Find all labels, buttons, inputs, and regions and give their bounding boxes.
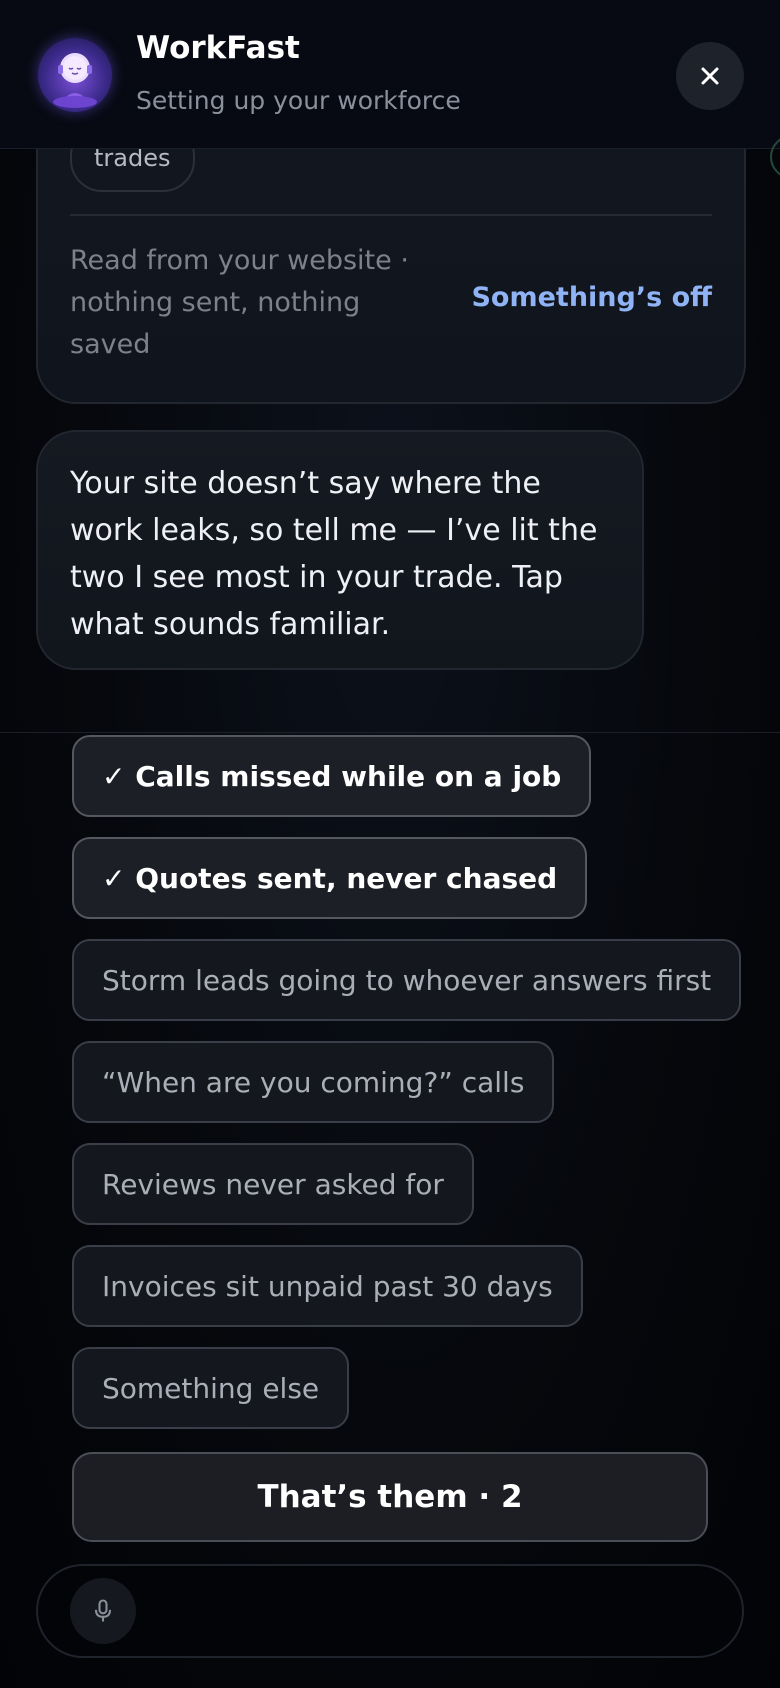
meditating-robot-avatar-icon bbox=[38, 38, 112, 112]
assistant-message-text: Your site doesn’t say where the work lea… bbox=[70, 466, 598, 642]
option-calls-missed[interactable]: ✓ Calls missed while on a job bbox=[72, 735, 592, 817]
close-button[interactable] bbox=[676, 42, 744, 110]
microphone-icon bbox=[94, 1599, 112, 1622]
option-quotes-not-chased[interactable]: ✓ Quotes sent, never chased bbox=[72, 837, 588, 919]
assistant-message-bubble: Your site doesn’t say where the work lea… bbox=[36, 430, 644, 670]
option-when-coming-calls[interactable]: “When are you coming?” calls bbox=[72, 1041, 555, 1123]
option-something-else[interactable]: Something else bbox=[72, 1347, 350, 1429]
something-off-link[interactable]: Something’s off bbox=[471, 282, 712, 313]
confirm-selection-button[interactable]: That’s them · 2 bbox=[72, 1452, 708, 1542]
mic-button[interactable] bbox=[70, 1578, 136, 1644]
message-composer[interactable] bbox=[36, 1564, 744, 1658]
option-reviews[interactable]: Reviews never asked for bbox=[72, 1143, 474, 1225]
onboarding-screen: trades Read from your website · nothing … bbox=[0, 0, 780, 1688]
option-storm-leads[interactable]: Storm leads going to whoever answers fir… bbox=[72, 939, 742, 1021]
app-subtitle: Setting up your workforce bbox=[136, 86, 461, 115]
section-divider bbox=[0, 732, 780, 733]
app-header: WorkFast Setting up your workforce bbox=[0, 0, 780, 179]
card-divider bbox=[70, 214, 712, 216]
edge-indicator bbox=[770, 135, 780, 179]
close-icon bbox=[701, 67, 719, 85]
card-source-note: Read from your website · nothing sent, n… bbox=[70, 245, 409, 360]
app-title: WorkFast bbox=[136, 30, 300, 66]
option-unpaid-invoices[interactable]: Invoices sit unpaid past 30 days bbox=[72, 1245, 583, 1327]
